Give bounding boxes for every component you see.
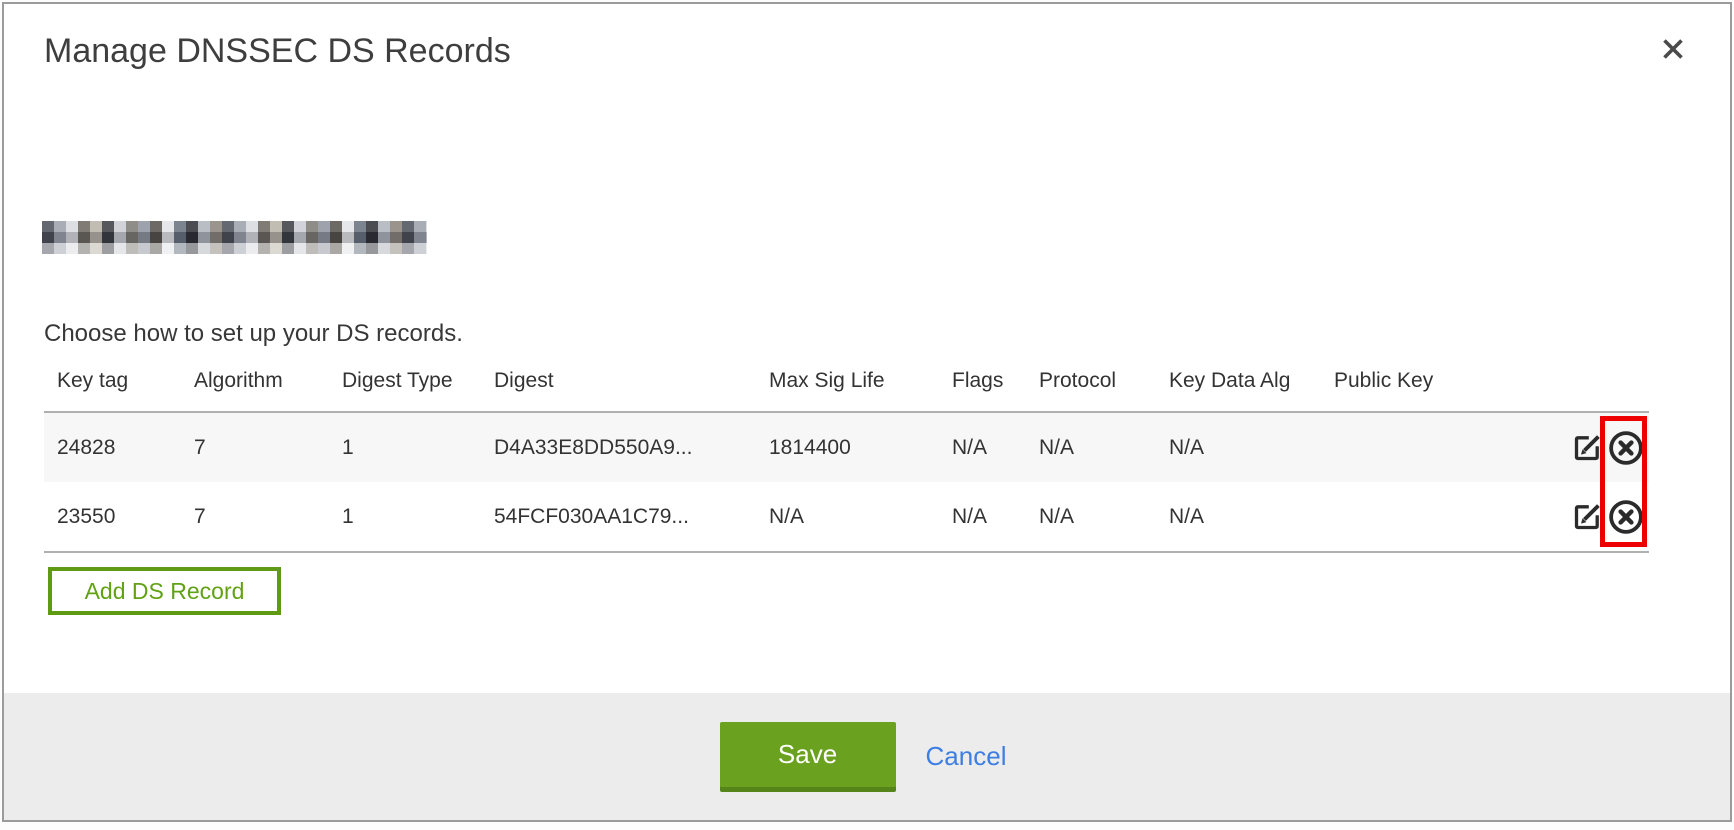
cell-protocol: N/A	[1026, 412, 1156, 482]
edit-record-icon[interactable]	[1569, 499, 1605, 535]
col-header-digest: Digest	[481, 348, 756, 412]
cell-max-sig-life: 1814400	[756, 412, 939, 482]
table-row: 24828 7 1 D4A33E8DD550A9... 1814400 N/A …	[44, 412, 1649, 482]
save-button[interactable]: Save	[720, 722, 896, 792]
cell-key-tag: 23550	[44, 482, 181, 552]
close-icon[interactable]	[1656, 32, 1690, 66]
add-ds-record-button[interactable]: Add DS Record	[48, 567, 281, 615]
table-row: 23550 7 1 54FCF030AA1C79... N/A N/A N/A …	[44, 482, 1649, 552]
delete-record-icon[interactable]	[1607, 429, 1645, 467]
cell-flags: N/A	[939, 482, 1026, 552]
cancel-button[interactable]: Cancel	[918, 741, 1015, 772]
col-header-public-key: Public Key	[1321, 348, 1541, 412]
col-header-digest-type: Digest Type	[329, 348, 481, 412]
cell-algorithm: 7	[181, 482, 329, 552]
ds-records-table-wrap: Key tag Algorithm Digest Type Digest Max…	[44, 348, 1649, 553]
manage-dnssec-modal: Manage DNSSEC DS Records Choose how to s…	[2, 2, 1732, 822]
cell-key-data-alg: N/A	[1156, 412, 1321, 482]
cell-max-sig-life: N/A	[756, 482, 939, 552]
cell-digest: D4A33E8DD550A9...	[481, 412, 756, 482]
cell-digest-type: 1	[329, 482, 481, 552]
col-header-flags: Flags	[939, 348, 1026, 412]
page-title: Manage DNSSEC DS Records	[44, 32, 1730, 71]
col-header-key-data-alg: Key Data Alg	[1156, 348, 1321, 412]
col-header-key-tag: Key tag	[44, 348, 181, 412]
cell-flags: N/A	[939, 412, 1026, 482]
cell-key-data-alg: N/A	[1156, 482, 1321, 552]
cell-protocol: N/A	[1026, 482, 1156, 552]
table-header-row: Key tag Algorithm Digest Type Digest Max…	[44, 348, 1649, 412]
col-header-max-sig-life: Max Sig Life	[756, 348, 939, 412]
intro-text: Choose how to set up your DS records.	[44, 320, 1730, 348]
col-header-algorithm: Algorithm	[181, 348, 329, 412]
cell-key-tag: 24828	[44, 412, 181, 482]
col-header-actions	[1541, 348, 1649, 412]
delete-record-icon[interactable]	[1607, 498, 1645, 536]
cell-digest-type: 1	[329, 412, 481, 482]
cell-public-key	[1321, 482, 1541, 552]
ds-records-table: Key tag Algorithm Digest Type Digest Max…	[44, 348, 1649, 553]
cell-digest: 54FCF030AA1C79...	[481, 482, 756, 552]
modal-footer: Save Cancel	[4, 693, 1730, 820]
edit-record-icon[interactable]	[1569, 430, 1605, 466]
cell-algorithm: 7	[181, 412, 329, 482]
domain-name-redacted	[42, 221, 427, 254]
cell-public-key	[1321, 412, 1541, 482]
col-header-protocol: Protocol	[1026, 348, 1156, 412]
